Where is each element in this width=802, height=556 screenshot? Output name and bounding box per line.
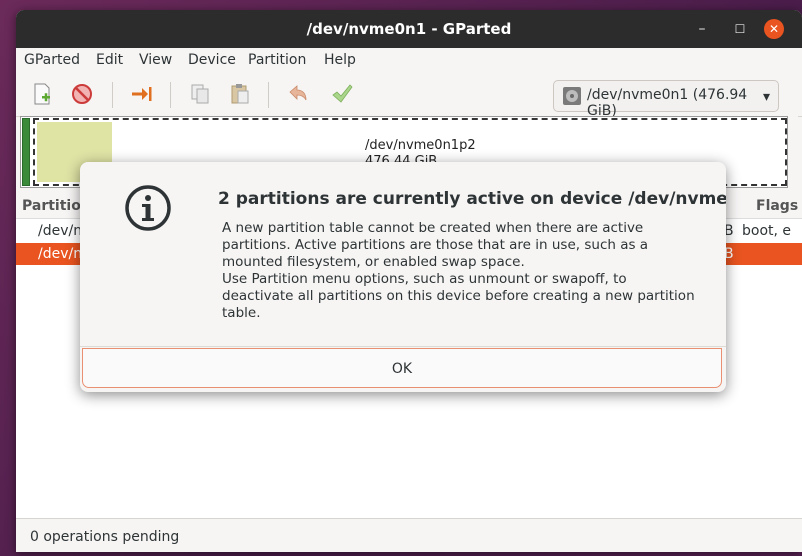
paste-icon [231,84,249,104]
undo-button[interactable] [284,80,312,108]
window-title: /dev/nvme0n1 - GParted [306,20,512,38]
column-flags[interactable]: Flags [756,198,798,214]
copy-button[interactable] [186,80,214,108]
resize-move-button[interactable] [128,80,156,108]
partition-block-efi[interactable] [22,118,30,186]
close-button[interactable]: ✕ [764,19,784,39]
ok-button[interactable]: OK [82,348,722,388]
row-partition: /dev/n [38,246,83,262]
menu-partition[interactable]: Partition [248,52,306,68]
chevron-down-icon: ▾ [762,89,770,105]
menu-edit[interactable]: Edit [96,52,123,68]
info-icon [125,185,171,231]
dialog-divider [80,346,726,347]
device-selector[interactable]: /dev/nvme0n1 (476.94 GiB) ▾ [553,80,779,119]
new-icon [34,83,50,105]
dialog-message: A new partition table cannot be created … [222,220,702,322]
maximize-button[interactable]: ☐ [730,19,750,39]
delete-icon [72,84,92,104]
menu-device[interactable]: Device [188,52,236,68]
dialog-paragraph-2: Use Partition menu options, such as unmo… [222,271,695,321]
apply-button[interactable] [328,80,356,108]
toolbar: /dev/nvme0n1 (476.94 GiB) ▾ [16,72,802,119]
delete-partition-button[interactable] [68,80,96,108]
toolbar-separator [112,82,113,108]
new-partition-button[interactable] [28,80,56,108]
active-partitions-dialog: 2 partitions are currently active on dev… [80,162,726,392]
toolbar-separator [170,82,171,108]
title-bar: /dev/nvme0n1 - GParted – ☐ ✕ [16,10,802,48]
minimize-button[interactable]: – [692,19,712,39]
row-partition: /dev/n [38,223,83,239]
resize-move-icon [132,87,152,101]
menu-gparted[interactable]: GParted [24,52,80,68]
partition-name: /dev/nvme0n1p2 [365,138,476,153]
disk-icon [563,87,581,105]
status-bar: 0 operations pending [16,518,802,552]
dialog-paragraph-1: A new partition table cannot be created … [222,220,649,270]
status-text: 0 operations pending [30,529,180,545]
menu-help[interactable]: Help [324,52,356,68]
dialog-title: 2 partitions are currently active on dev… [218,189,726,209]
toolbar-separator [268,82,269,108]
undo-icon [289,85,307,101]
row-flags: boot, e [742,223,792,239]
copy-icon [191,84,209,104]
checkmark-icon [332,84,353,103]
paste-button[interactable] [226,80,254,108]
menu-view[interactable]: View [139,52,172,68]
device-selector-label: /dev/nvme0n1 (476.94 GiB) [587,87,748,119]
menu-bar: GParted Edit View Device Partition Help [16,48,802,72]
